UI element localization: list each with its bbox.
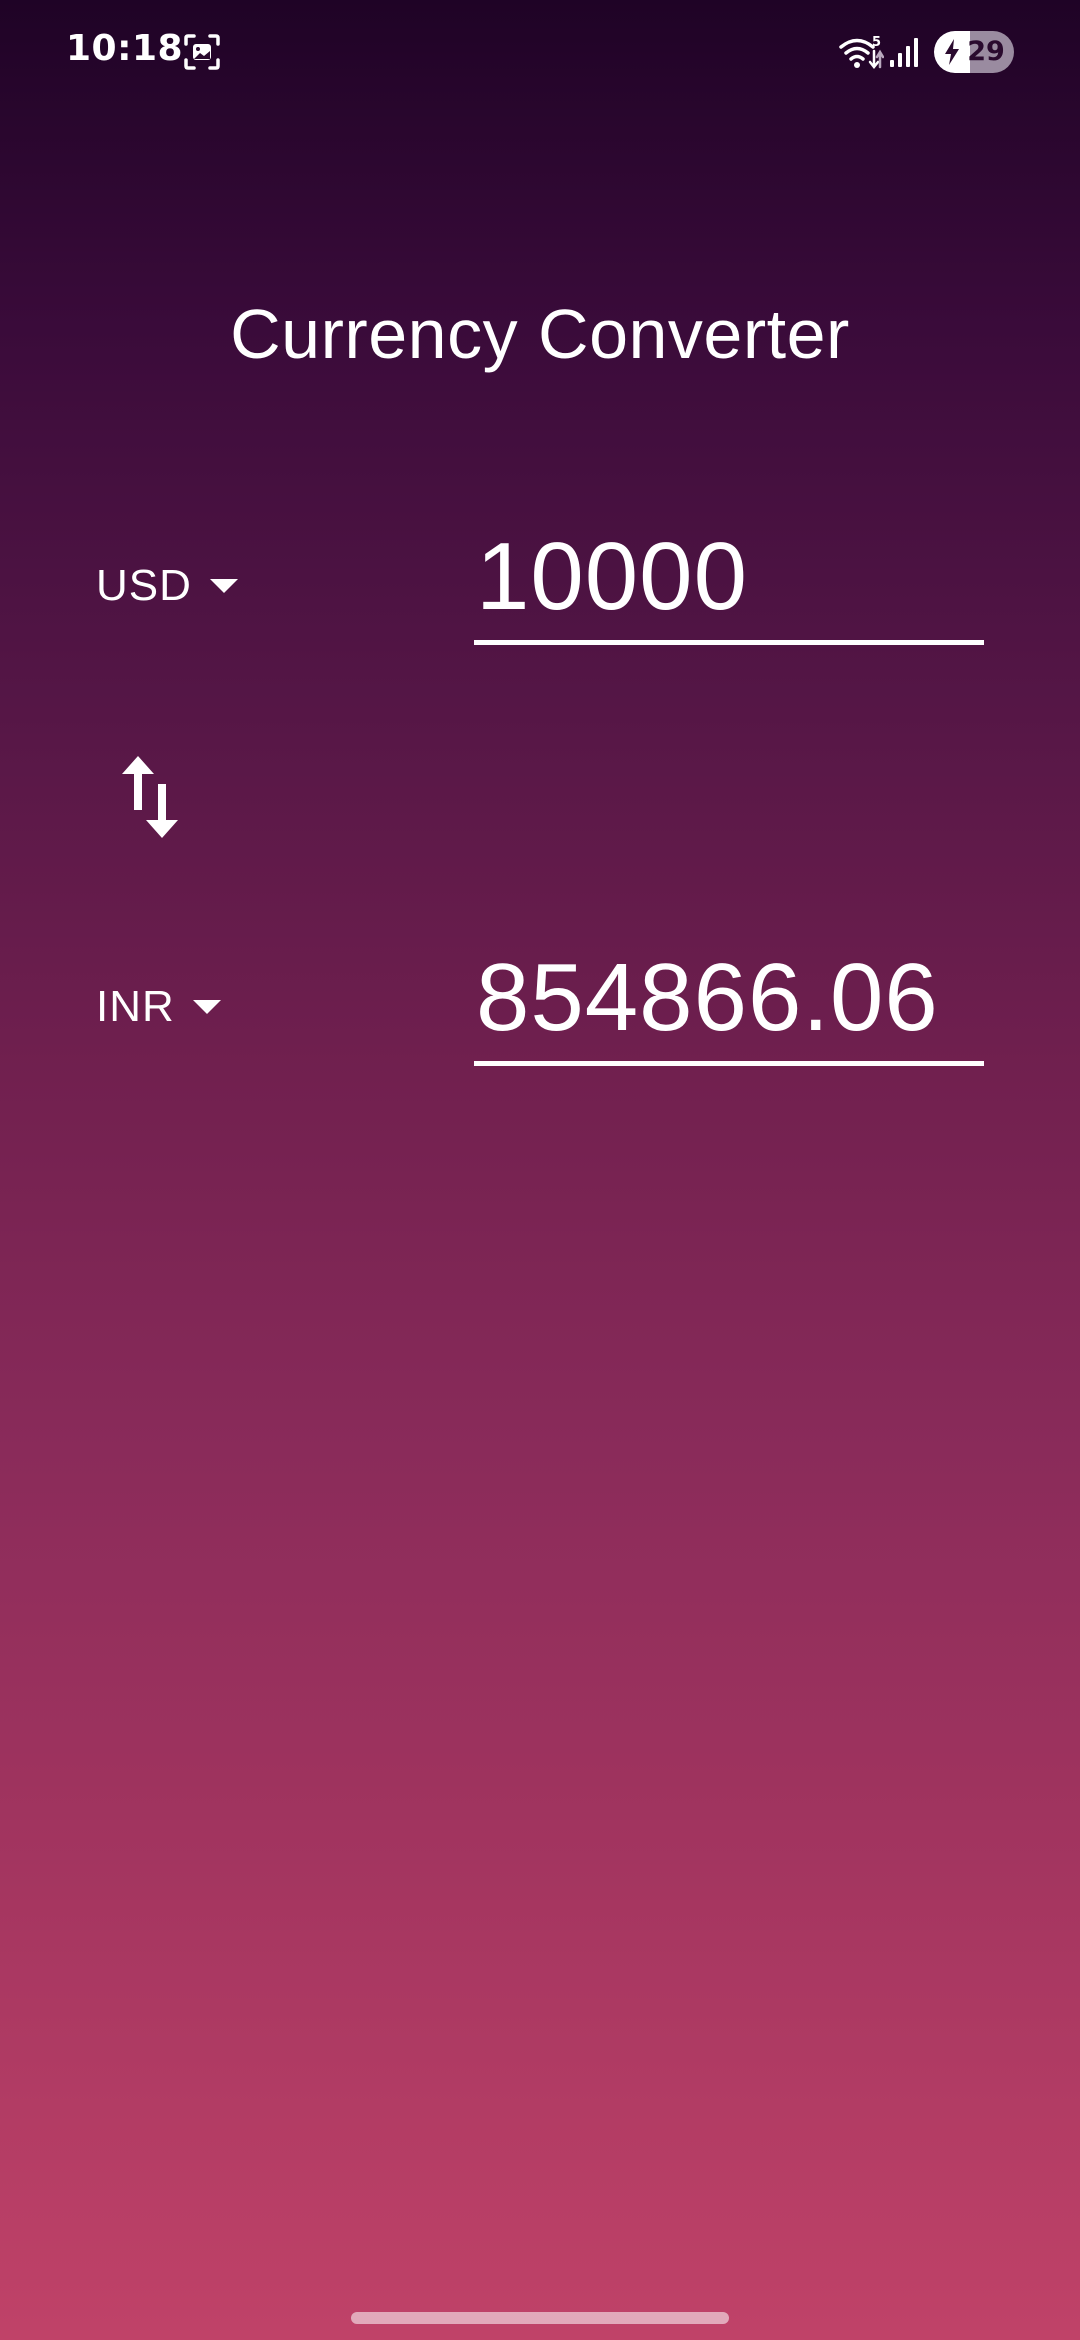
from-amount-value: 10000: [476, 523, 748, 630]
battery-level: 29: [967, 36, 1005, 67]
screenshot-icon: [184, 34, 220, 70]
app-title: Currency Converter: [230, 295, 850, 373]
currency-converter-screen: 10:18 5 29 Currency Converter USD 10000 …: [0, 0, 1080, 2340]
status-bar: 10:18 5 29: [0, 0, 1080, 104]
battery-charging-icon: [945, 39, 959, 65]
to-amount-value: 854866.06: [476, 944, 939, 1051]
signal-icon: [890, 38, 918, 67]
dropdown-arrow-icon: [192, 1000, 221, 1014]
status-time: 10:18: [66, 28, 184, 69]
from-currency-code: USD: [96, 561, 192, 610]
to-currency-dropdown[interactable]: INR: [96, 972, 221, 1042]
swap-vertical-icon: [122, 756, 178, 838]
battery-indicator: 29: [934, 31, 1014, 73]
to-amount-input[interactable]: 854866.06: [474, 944, 984, 1066]
home-indicator[interactable]: [351, 2312, 729, 2324]
swap-currencies-button[interactable]: [110, 752, 190, 842]
dropdown-arrow-icon: [209, 579, 238, 593]
from-amount-input[interactable]: 10000: [474, 523, 984, 645]
wifi-icon: 5: [839, 35, 884, 70]
wifi-band-label: 5: [872, 35, 881, 50]
to-currency-code: INR: [96, 982, 175, 1031]
from-currency-dropdown[interactable]: USD: [96, 551, 238, 621]
